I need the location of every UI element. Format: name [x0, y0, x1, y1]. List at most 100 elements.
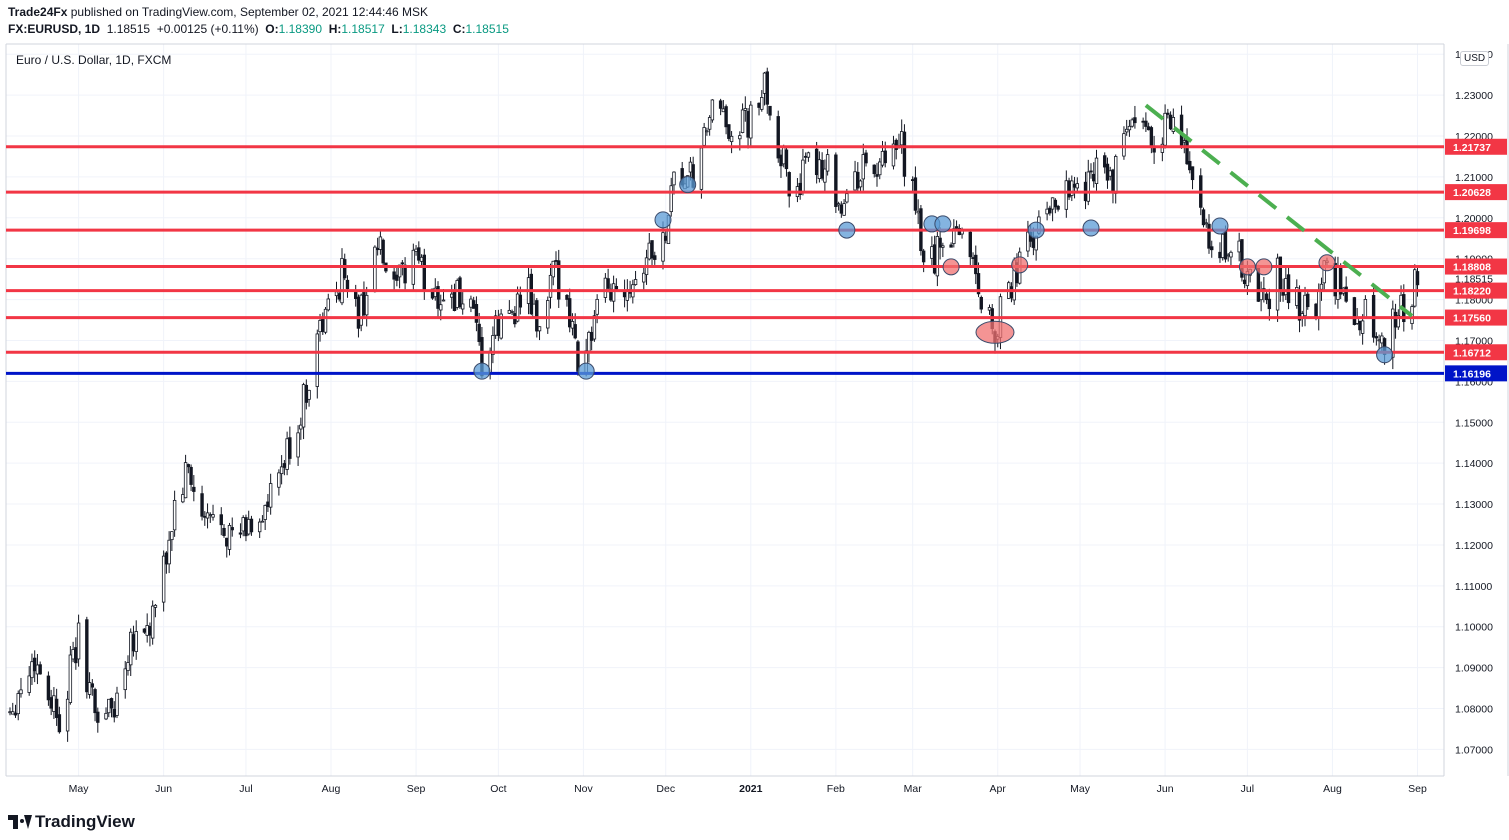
candle-body [131, 634, 136, 652]
candle-body [455, 280, 459, 308]
candle-body [1242, 279, 1247, 285]
candle-body [699, 147, 704, 190]
candle-body [263, 505, 267, 520]
candle-body [1314, 303, 1318, 319]
candle-body [11, 711, 15, 715]
candle-body [823, 168, 827, 183]
candle-body [356, 296, 361, 329]
candle-body [941, 245, 945, 248]
candle-body [277, 472, 281, 488]
price-level-label: 1.16196 [1453, 368, 1491, 380]
candle-body [1317, 291, 1321, 319]
candle-body [1358, 320, 1362, 331]
candle-body [268, 483, 273, 508]
candle-body [373, 246, 377, 293]
candle-body [1377, 339, 1381, 342]
candle-body [148, 625, 152, 636]
candle-body [27, 675, 31, 693]
candle-body [738, 135, 742, 140]
x-tick-label: Nov [574, 783, 593, 795]
candle-body [414, 248, 418, 252]
candle-body [529, 273, 534, 315]
candle-body [606, 278, 610, 289]
tradingview-mark-icon [8, 815, 32, 829]
candle-body [1207, 223, 1211, 249]
candle-body [450, 293, 454, 298]
candle-body [707, 117, 712, 130]
candle-body [183, 462, 188, 499]
candle-body [845, 193, 849, 203]
candle-body [535, 300, 539, 332]
tradingview-logo[interactable]: TradingView [8, 812, 135, 832]
candle-body [107, 698, 111, 714]
price-level-label: 1.18220 [1453, 286, 1491, 298]
candle-body [548, 274, 553, 298]
candle-body [1210, 246, 1214, 251]
candle-body [1009, 286, 1014, 299]
candle-body [288, 437, 292, 459]
candle-body [1072, 183, 1077, 188]
candle-body [378, 236, 383, 250]
candle-body [532, 303, 536, 318]
candle-body [589, 331, 594, 341]
candle-body [872, 164, 876, 175]
candle-body [1067, 180, 1071, 198]
candle-body [664, 235, 668, 241]
candle-body [537, 326, 542, 332]
candle-body [1026, 231, 1030, 252]
candle-body [971, 257, 975, 259]
candle-body [1111, 169, 1115, 193]
touch-marker [1376, 346, 1394, 364]
candle-body [381, 239, 385, 264]
candle-body [452, 290, 457, 312]
candle-body [1185, 137, 1189, 165]
candle-body [109, 698, 114, 709]
candle-body [749, 104, 753, 139]
candle-body [647, 242, 651, 260]
price-chart[interactable]: 1.07000 1.08000 1.09000 1.10000 1.11000 1.120… [0, 0, 1509, 840]
candle-body [902, 131, 907, 177]
candle-body [35, 664, 40, 675]
candle-body [334, 291, 339, 297]
plot-area [6, 44, 1444, 776]
candle-body [364, 294, 369, 316]
x-tick-label: Jul [1241, 783, 1254, 795]
candle-body [1130, 119, 1134, 127]
candle-body [1056, 205, 1060, 210]
candle-body [518, 294, 523, 308]
candle-body [68, 654, 73, 703]
touch-marker [1255, 258, 1273, 276]
candle-body [112, 708, 116, 718]
candle-body [642, 272, 646, 283]
candle-body [441, 299, 446, 302]
price-level-label: 1.21737 [1453, 142, 1491, 154]
candle-body [688, 161, 693, 173]
y-tick-label: 1.10000 [1455, 622, 1493, 634]
candle-body [1413, 269, 1417, 307]
candle-body [880, 150, 885, 166]
candle-body [57, 714, 62, 733]
price-level-label: 1.19698 [1453, 225, 1491, 237]
candle-body [1092, 173, 1096, 182]
candle-body [1105, 163, 1110, 181]
candle-body [1229, 251, 1233, 258]
candle-body [279, 466, 284, 475]
candle-body [987, 307, 992, 311]
x-tick-label: May [1070, 783, 1091, 795]
candle-body [192, 486, 196, 492]
candle-body [296, 432, 300, 458]
touch-marker [654, 211, 672, 229]
candle-body [729, 135, 734, 143]
candle-body [724, 106, 728, 128]
candle-body [134, 631, 138, 652]
candle-body [172, 499, 177, 531]
touch-marker [838, 221, 856, 239]
touch-marker [975, 320, 1015, 344]
candle-body [170, 531, 174, 541]
candle-body [469, 298, 473, 308]
candle-body [326, 298, 330, 311]
candle-body [705, 130, 709, 133]
currency-button[interactable]: USD [1460, 51, 1490, 66]
candle-body [96, 711, 100, 723]
candle-body [727, 124, 731, 139]
